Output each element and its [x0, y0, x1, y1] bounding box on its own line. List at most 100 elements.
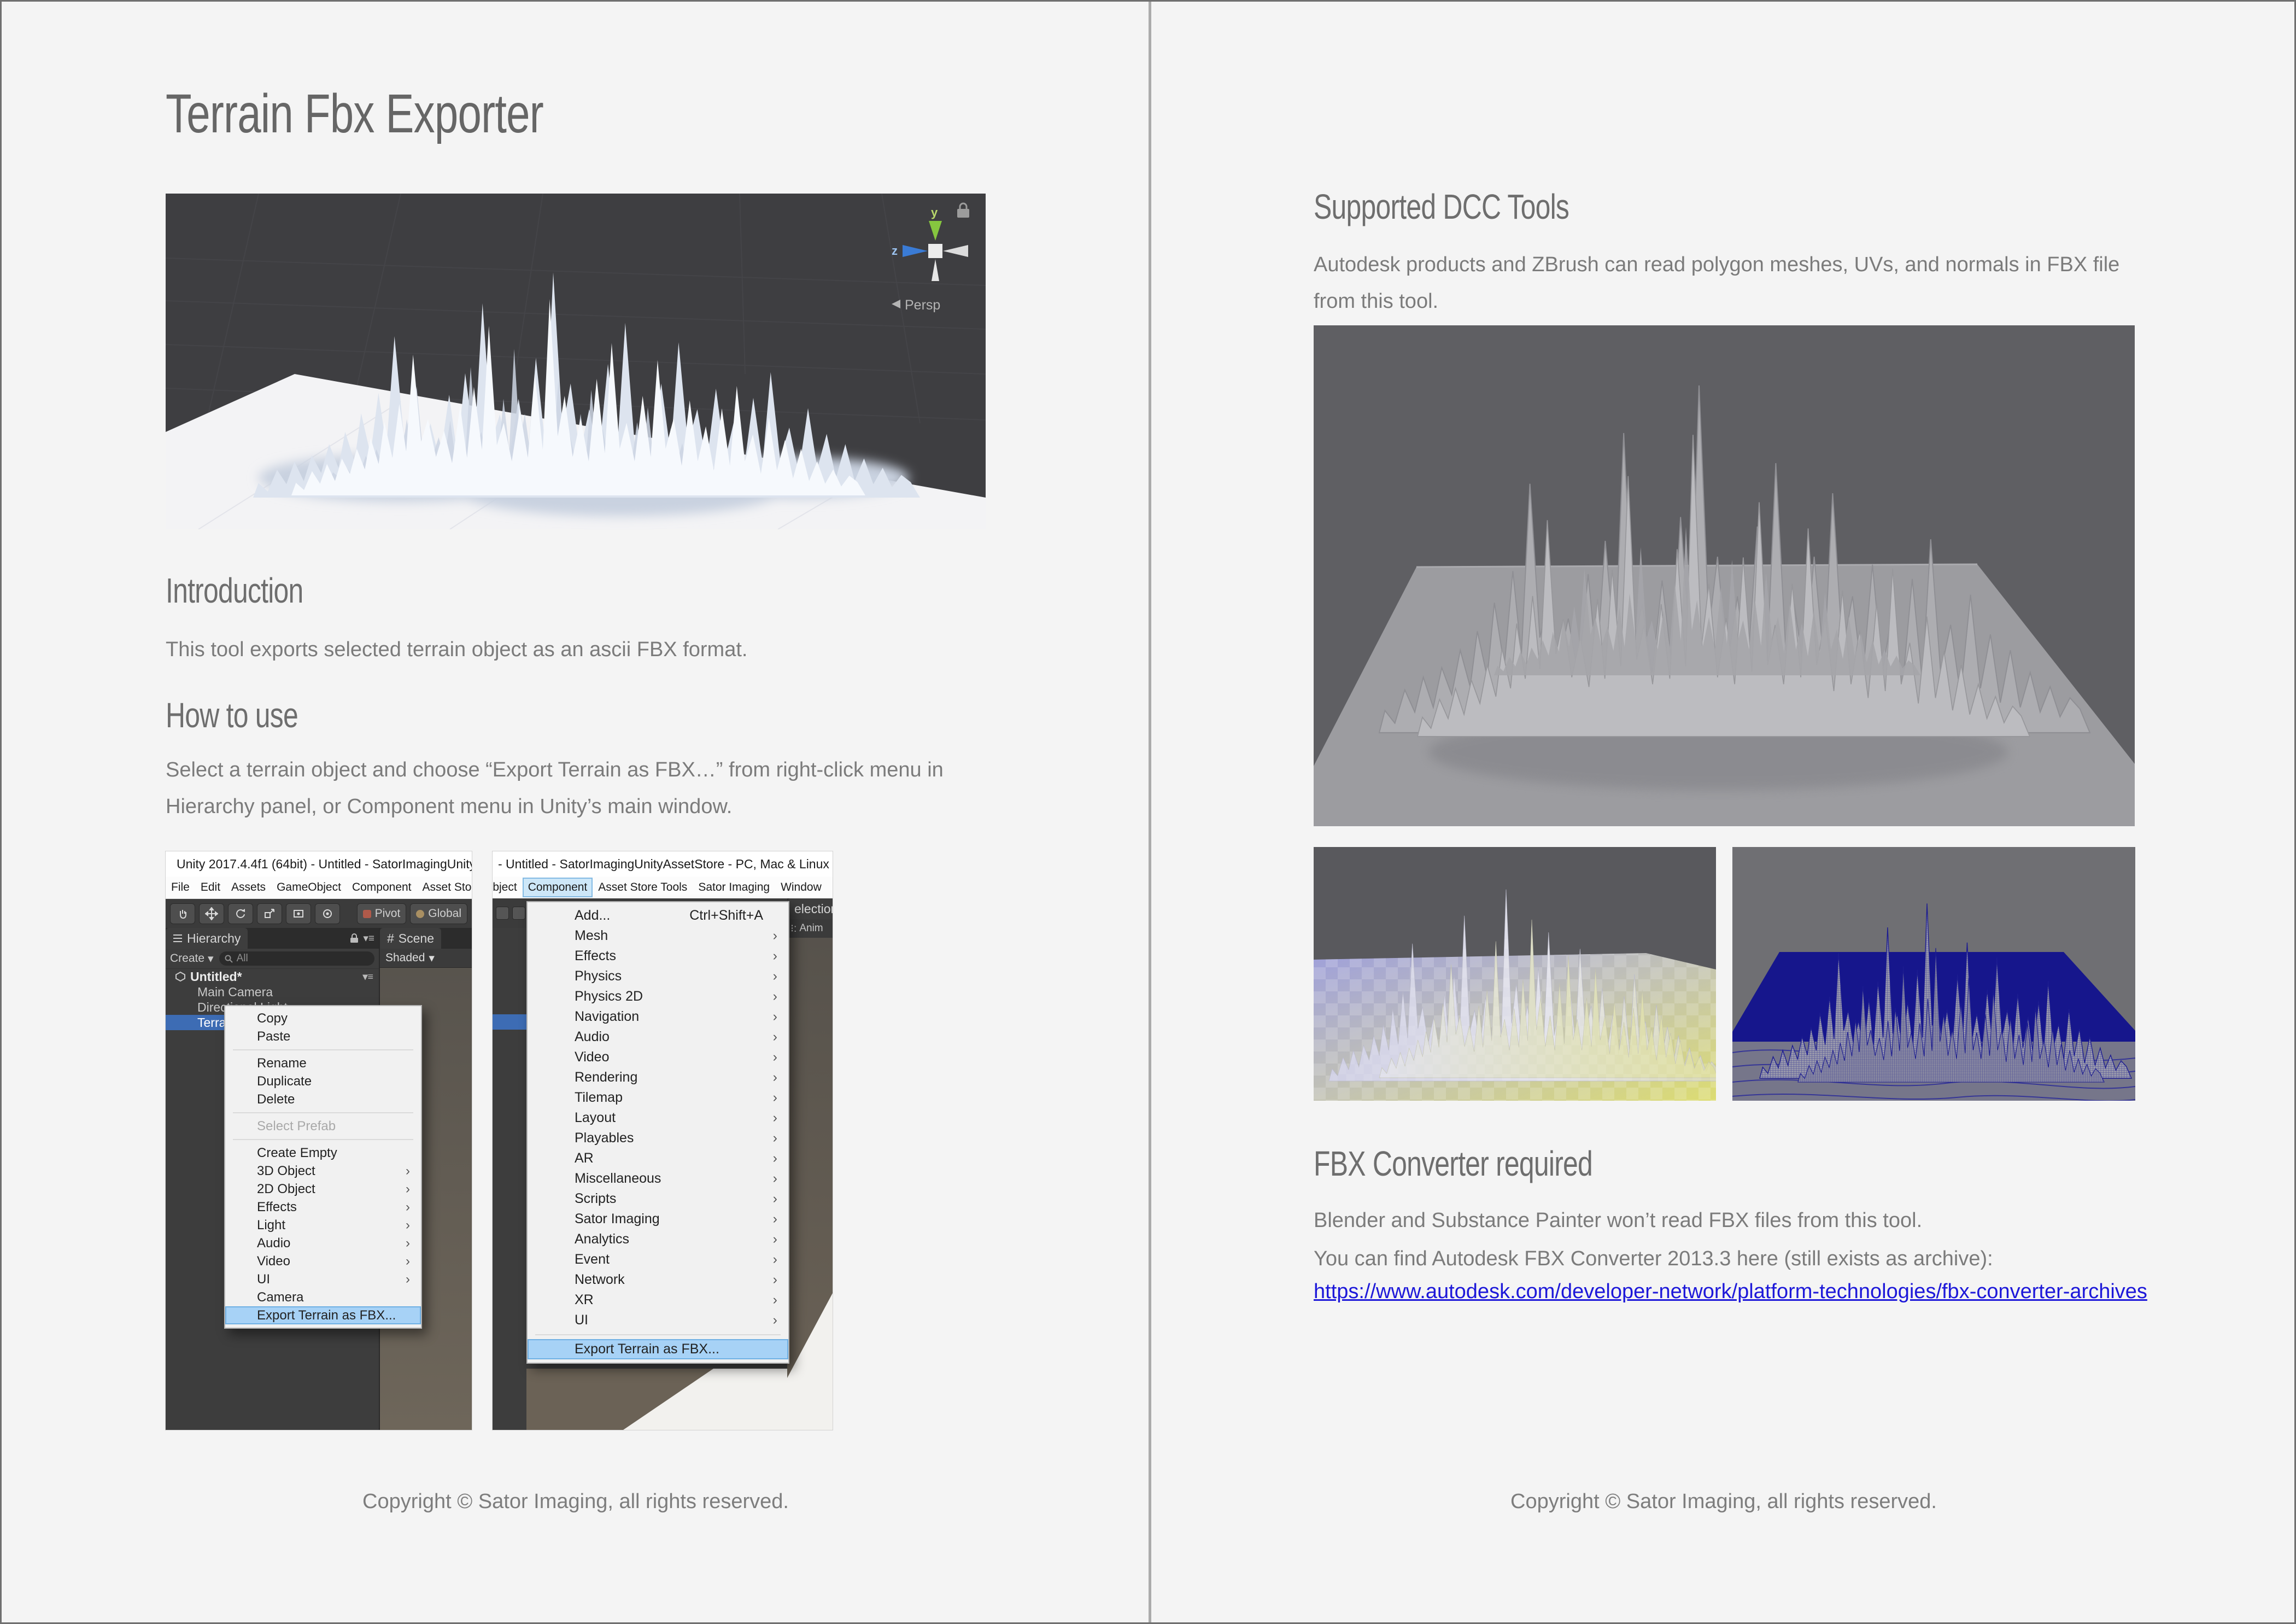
context-menu-item[interactable]: Effects ›	[225, 1198, 421, 1216]
component-menu-item[interactable]: Rendering ›	[528, 1067, 788, 1088]
component-menu-item[interactable]: Miscellaneous ›	[528, 1169, 788, 1189]
document-spread: Terrain Fbx Exporter	[0, 0, 2296, 1624]
row-menu-icon[interactable]: ▾≡	[362, 971, 379, 983]
tool-fragment-icon	[496, 907, 509, 920]
scene-root-row[interactable]: Untitled* ▾≡	[166, 969, 379, 984]
menu-bar-item[interactable]: Asset Store Tools	[593, 878, 693, 897]
right-panel-fragment: election ⁝:Anim	[787, 898, 833, 1430]
component-menu-item[interactable]: Event ›	[528, 1249, 788, 1270]
component-menu-item[interactable]: Export Terrain as FBX...	[528, 1339, 788, 1359]
component-menu-item[interactable]: Navigation ›	[528, 1007, 788, 1027]
unity-screenshot-hierarchy: Unity 2017.4.4f1 (64bit) - Untitled - Sa…	[166, 851, 472, 1430]
transform-tool-icon[interactable]	[315, 903, 340, 924]
submenu-arrow-icon: ›	[773, 1148, 777, 1169]
context-menu-item[interactable]: UI ›	[225, 1270, 421, 1288]
component-menu-item[interactable]: Add... Ctrl+Shift+A	[528, 906, 788, 926]
submenu-arrow-icon: ›	[406, 1198, 410, 1216]
component-menu-item[interactable]: Analytics ›	[528, 1229, 788, 1249]
submenu-arrow-icon: ›	[773, 1310, 777, 1330]
gizmo-y-label: y	[931, 206, 938, 219]
lock-icon[interactable]	[350, 933, 359, 943]
component-menu-item[interactable]: Physics ›	[528, 966, 788, 986]
page-title: Terrain Fbx Exporter	[166, 83, 650, 145]
component-menu-item[interactable]: Physics 2D ›	[528, 986, 788, 1007]
context-menu-item[interactable]: Create Empty	[225, 1144, 421, 1162]
fbx-converter-link[interactable]: https://www.autodesk.com/developer-netwo…	[1314, 1280, 2147, 1303]
component-menu-item[interactable]: Sator Imaging ›	[528, 1209, 788, 1229]
pivot-icon	[363, 910, 371, 918]
submenu-arrow-icon: ›	[773, 1169, 777, 1189]
context-menu-item[interactable]: Camera	[225, 1288, 421, 1306]
fbx-line2: You can find Autodesk FBX Converter 2013…	[1314, 1241, 2166, 1277]
menu-bar-item[interactable]: File	[166, 878, 195, 897]
component-menu-item[interactable]: Scripts ›	[528, 1189, 788, 1209]
context-menu-item[interactable]: 3D Object ›	[225, 1162, 421, 1180]
menu-bar-item[interactable]: Component	[523, 878, 593, 897]
rotate-tool-icon[interactable]	[228, 903, 253, 924]
component-menu-item[interactable]: AR ›	[528, 1148, 788, 1169]
menu-bar-item[interactable]: GameObject	[271, 878, 347, 897]
unity-title-bar: Unity 2017.4.4f1 (64bit) - Untitled - Sa…	[166, 851, 472, 877]
shaded-dropdown[interactable]: Shaded▾	[380, 949, 472, 968]
menu-bar-item[interactable]: Asset Store Tools	[417, 878, 472, 897]
left-panel-fragment	[493, 898, 526, 1430]
context-menu-item[interactable]: Video ›	[225, 1252, 421, 1270]
component-menu-item[interactable]: Tilemap ›	[528, 1088, 788, 1108]
context-menu-item[interactable]: Audio ›	[225, 1234, 421, 1252]
global-toggle[interactable]: Global	[410, 903, 467, 924]
panel-menu-icon[interactable]: ▾≡	[363, 932, 374, 945]
context-menu-item[interactable]: Copy	[225, 1009, 421, 1027]
submenu-arrow-icon: ›	[773, 1249, 777, 1270]
copyright-left: Copyright © Sator Imaging, all rights re…	[2, 1490, 1150, 1514]
menu-bar-item[interactable]: Sator Imaging	[693, 878, 775, 897]
intro-body: This tool exports selected terrain objec…	[166, 632, 1018, 668]
fbx-heading: FBX Converter required	[1314, 1143, 1671, 1184]
uv-checker-terrain-image	[1314, 847, 1716, 1101]
context-menu-item[interactable]: Light ›	[225, 1216, 421, 1234]
context-menu-item[interactable]: Paste	[225, 1027, 421, 1045]
component-menu-item[interactable]: Video ›	[528, 1047, 788, 1067]
wireframe-terrain-image	[1732, 847, 2135, 1101]
dcc-heading: Supported DCC Tools	[1314, 186, 1641, 227]
component-menu-item[interactable]: Layout ›	[528, 1108, 788, 1128]
animation-fragment: ⁝:Anim	[787, 919, 833, 938]
hierarchy-tab[interactable]: Hierarchy	[166, 928, 248, 949]
context-menu-item[interactable]: Select Prefab	[225, 1117, 421, 1135]
gizmo-cube-icon[interactable]	[928, 244, 942, 258]
hierarchy-search-input[interactable]: All	[219, 951, 374, 966]
component-menu-item[interactable]: Effects ›	[528, 946, 788, 966]
move-tool-icon[interactable]	[199, 903, 224, 924]
scene-tab[interactable]: # Scene	[380, 928, 441, 949]
context-menu-item[interactable]: Duplicate	[225, 1072, 421, 1090]
context-menu-item[interactable]: 2D Object ›	[225, 1180, 421, 1198]
howto-body-line: Select a terrain object and choose “Expo…	[166, 752, 1051, 788]
menu-bar-item[interactable]: Component	[347, 878, 417, 897]
component-menu-item[interactable]: Playables ›	[528, 1128, 788, 1148]
scale-tool-icon[interactable]	[257, 903, 282, 924]
component-menu-item[interactable]: Audio ›	[528, 1027, 788, 1047]
component-menu-item[interactable]: UI ›	[528, 1310, 788, 1330]
menu-bar-item[interactable]: Assets	[226, 878, 271, 897]
component-menu-item[interactable]: Network ›	[528, 1270, 788, 1290]
component-menu-item[interactable]: XR ›	[528, 1290, 788, 1310]
context-menu-item[interactable]: Rename	[225, 1054, 421, 1072]
menu-bar-item[interactable]: Edit	[195, 878, 226, 897]
submenu-arrow-icon: ›	[773, 1067, 777, 1088]
submenu-arrow-icon: ›	[773, 1290, 777, 1310]
component-menu-item[interactable]: Mesh ›	[528, 926, 788, 946]
submenu-arrow-icon: ›	[773, 1007, 777, 1027]
rect-tool-icon[interactable]	[286, 903, 311, 924]
howto-body: Select a terrain object and choose “Expo…	[166, 752, 1051, 825]
submenu-arrow-icon: ›	[773, 1229, 777, 1249]
submenu-arrow-icon: ›	[406, 1252, 410, 1270]
menu-bar-item[interactable]: Window	[775, 878, 827, 897]
pivot-toggle[interactable]: Pivot	[357, 903, 407, 924]
context-menu-item[interactable]: Delete	[225, 1090, 421, 1108]
menu-separator	[233, 1139, 413, 1140]
context-menu-item[interactable]: Export Terrain as FBX...	[225, 1306, 421, 1324]
submenu-arrow-icon: ›	[773, 1027, 777, 1047]
hierarchy-row[interactable]: Main Camera	[166, 984, 379, 1000]
hand-tool-icon[interactable]	[170, 903, 195, 924]
create-button[interactable]: Create▾	[170, 952, 214, 966]
menu-bar-item[interactable]: Object	[493, 878, 523, 897]
